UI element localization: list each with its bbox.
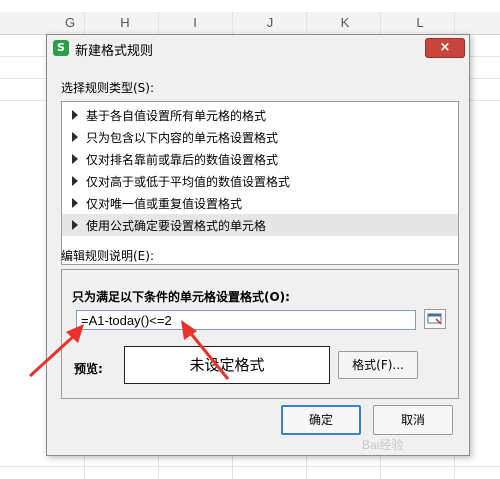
- edit-description-label: 编辑规则说明(E):: [61, 249, 154, 263]
- rule-type-item[interactable]: 只为包含以下内容的单元格设置格式: [62, 126, 458, 148]
- rule-type-list[interactable]: 基于各自值设置所有单元格的格式 只为包含以下内容的单元格设置格式 仅对排名靠前或…: [61, 101, 459, 265]
- preview-label: 预览:: [74, 362, 103, 376]
- preview-box: 未设定格式: [124, 346, 330, 384]
- ok-button[interactable]: 确定: [281, 405, 361, 435]
- range-picker-icon: [427, 313, 442, 325]
- condition-label: 只为满足以下条件的单元格设置格式(O):: [72, 290, 290, 304]
- wps-app-icon: S: [53, 40, 69, 56]
- rule-type-text: 仅对排名靠前或靠后的数值设置格式: [86, 153, 279, 167]
- rule-type-item[interactable]: 仅对唯一值或重复值设置格式: [62, 192, 458, 214]
- rule-description-panel: 只为满足以下条件的单元格设置格式(O): =A1-today()<=2 预览: …: [61, 269, 459, 399]
- rule-type-text: 只为包含以下内容的单元格设置格式: [86, 131, 279, 145]
- rule-type-text: 仅对高于或低于平均值的数值设置格式: [86, 175, 291, 189]
- dialog-titlebar[interactable]: S 新建格式规则 ×: [47, 35, 469, 61]
- expand-arrow-icon: [72, 220, 78, 230]
- rule-type-text: 使用公式确定要设置格式的单元格: [86, 219, 267, 233]
- grid-line: [0, 466, 500, 467]
- expand-arrow-icon: [72, 176, 78, 186]
- column-header-l[interactable]: L: [395, 12, 445, 34]
- close-button[interactable]: ×: [425, 38, 465, 58]
- new-format-rule-dialog: S 新建格式规则 × 选择规则类型(S): 基于各自值设置所有单元格的格式 只为…: [46, 34, 470, 456]
- formula-input[interactable]: =A1-today()<=2: [76, 310, 416, 330]
- dialog-title: 新建格式规则: [75, 44, 154, 59]
- watermark: Bai经验: [362, 438, 404, 452]
- rule-type-item[interactable]: 仅对排名靠前或靠后的数值设置格式: [62, 148, 458, 170]
- column-header-g[interactable]: G: [40, 12, 100, 34]
- rule-type-item[interactable]: 基于各自值设置所有单元格的格式: [62, 104, 458, 126]
- expand-arrow-icon: [72, 154, 78, 164]
- expand-arrow-icon: [72, 198, 78, 208]
- expand-arrow-icon: [72, 132, 78, 142]
- column-header-k[interactable]: K: [320, 12, 370, 34]
- column-header-h[interactable]: H: [100, 12, 150, 34]
- rule-type-text: 基于各自值设置所有单元格的格式: [86, 109, 267, 123]
- rule-type-text: 仅对唯一值或重复值设置格式: [86, 197, 243, 211]
- column-header-i[interactable]: I: [170, 12, 220, 34]
- format-button[interactable]: 格式(F)...: [338, 351, 418, 379]
- column-header-bar: G H I J K L: [0, 12, 500, 35]
- rule-type-item[interactable]: 仅对高于或低于平均值的数值设置格式: [62, 170, 458, 192]
- rule-type-label: 选择规则类型(S):: [61, 81, 155, 95]
- expand-arrow-icon: [72, 110, 78, 120]
- rule-type-item-selected[interactable]: 使用公式确定要设置格式的单元格: [62, 214, 458, 236]
- column-header-j[interactable]: J: [245, 12, 295, 34]
- cancel-button[interactable]: 取消: [373, 405, 453, 435]
- range-picker-button[interactable]: [424, 309, 446, 329]
